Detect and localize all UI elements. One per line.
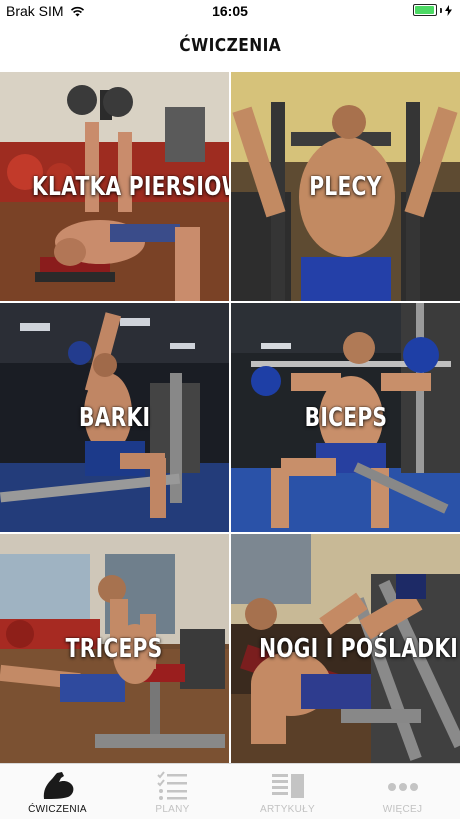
tab-label: ĆWICZENIA [28, 804, 87, 815]
category-tile-shoulders[interactable]: BARKI [0, 303, 229, 532]
battery-tip [440, 7, 442, 13]
category-tile-biceps[interactable]: BICEPS [231, 303, 460, 532]
battery-icon [413, 4, 437, 16]
tab-label: PLANY [155, 804, 190, 815]
checklist-icon [156, 771, 187, 800]
category-tile-chest[interactable]: KLATKA PIERSIOWA [0, 72, 229, 301]
tab-label: WIĘCEJ [382, 804, 423, 815]
category-tile-triceps[interactable]: TRICEPS [0, 534, 229, 763]
charging-icon [445, 4, 452, 16]
category-tile-legs-glutes[interactable]: NOGI I POŚLADKI [231, 534, 460, 763]
tab-articles[interactable]: ARTYKUŁY [230, 764, 345, 819]
page-title: ĆWICZENIA [179, 34, 281, 56]
navigation-bar: ĆWICZENIA [0, 22, 460, 68]
clock: 16:05 [212, 3, 248, 19]
status-bar-right [413, 4, 452, 16]
biceps-icon [43, 772, 73, 799]
tab-label: ARTYKUŁY [259, 804, 315, 815]
category-grid: KLATKA PIERSIOWA PLECY [0, 72, 460, 763]
category-label: PLECY [309, 171, 382, 202]
tab-more[interactable]: WIĘCEJ [345, 764, 460, 819]
tab-plans[interactable]: PLANY [115, 764, 230, 819]
status-bar: Brak SIM 16:05 [0, 0, 460, 22]
category-label: TRICEPS [66, 633, 163, 664]
articles-icon [271, 774, 304, 798]
category-label: BICEPS [304, 402, 387, 433]
tab-bar: ĆWICZENIA PLANY ARTYKUŁY WIĘCEJ [0, 763, 460, 819]
category-label: KLATKA PIERSIOWA [32, 171, 229, 202]
more-icon [387, 783, 418, 791]
category-tile-back[interactable]: PLECY [231, 72, 460, 301]
tab-exercises[interactable]: ĆWICZENIA [0, 764, 115, 819]
category-label: NOGI I POŚLADKI [259, 633, 459, 664]
category-label: BARKI [78, 402, 151, 433]
